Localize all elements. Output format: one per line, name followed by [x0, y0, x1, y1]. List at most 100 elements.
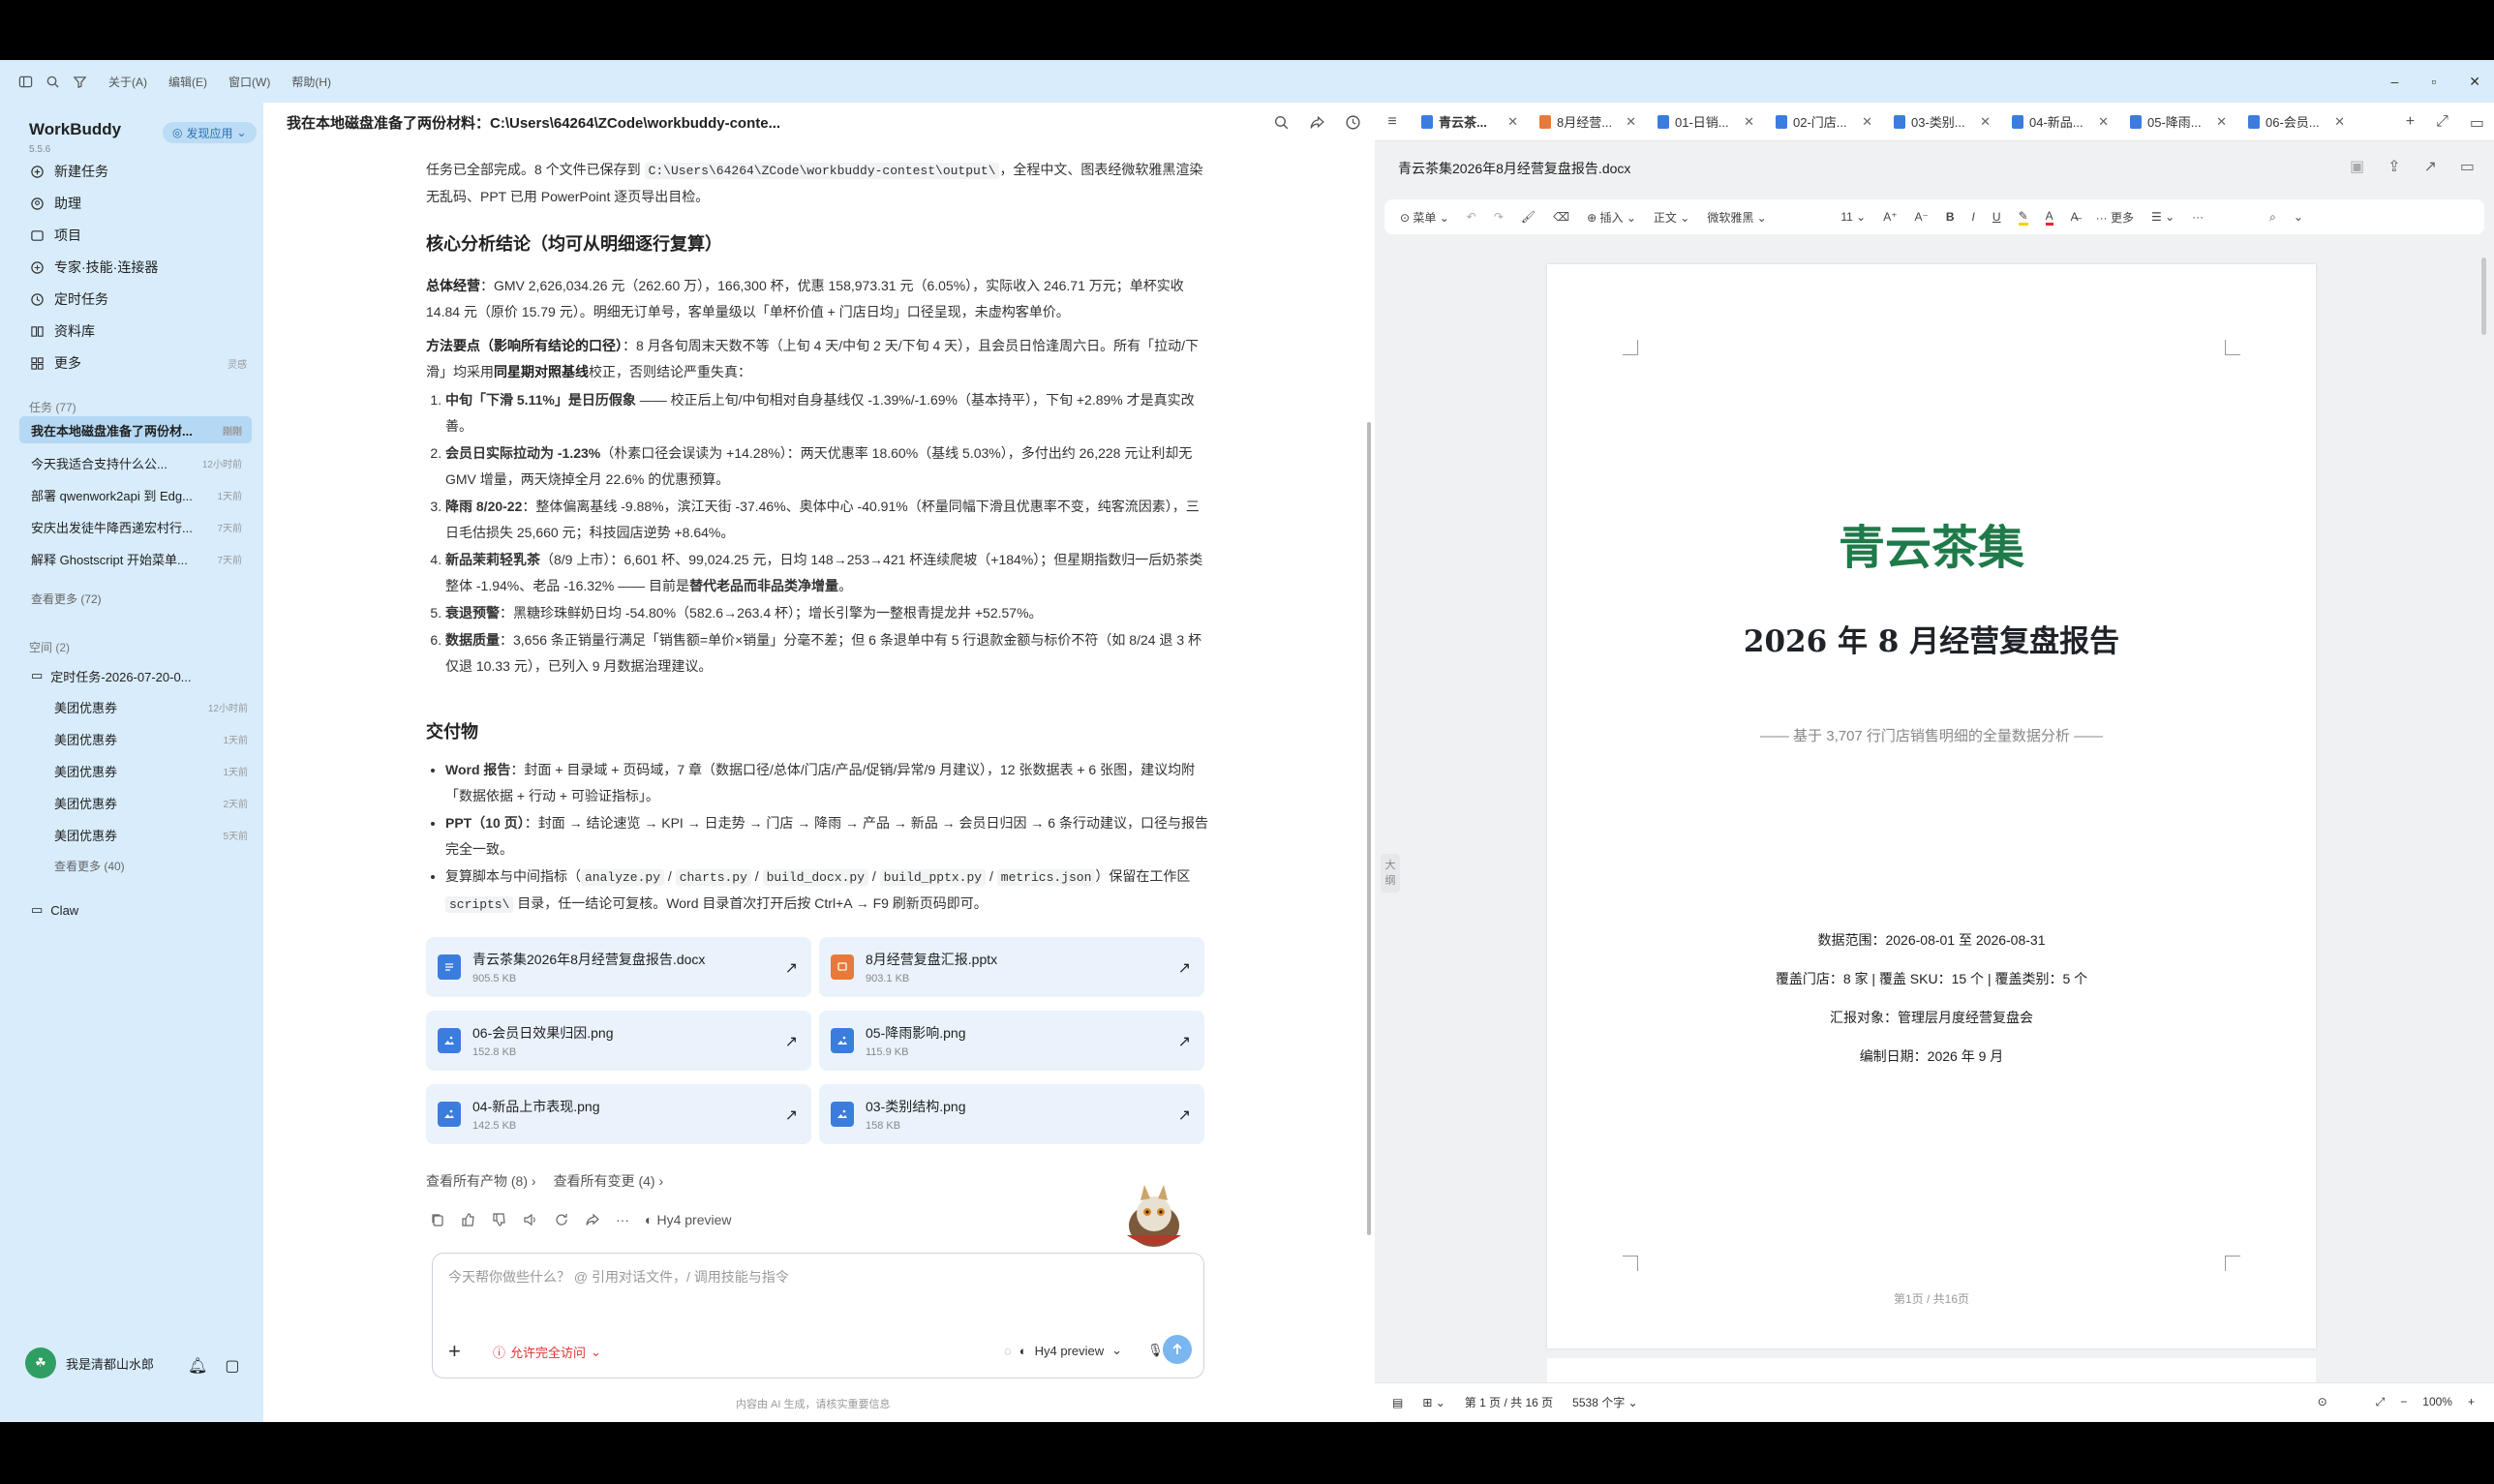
all-changes-link[interactable]: 查看所有变更 (4) ›	[554, 1171, 664, 1191]
search-icon[interactable]	[45, 74, 60, 89]
menu-help[interactable]: 帮助(H)	[291, 74, 331, 90]
close-tab-icon[interactable]: ✕	[1626, 114, 1636, 130]
more-dots-icon[interactable]: ···	[616, 1212, 629, 1227]
add-tab-icon[interactable]: +	[2406, 113, 2415, 133]
doc-tab[interactable]: 05-降雨... ✕	[2118, 103, 2236, 141]
folder-icon[interactable]: ▭	[2460, 157, 2475, 176]
doc-scrollbar[interactable]	[2481, 257, 2486, 335]
chat-input-box[interactable]: 今天帮你做些什么？ @ 引用对话文件，/ 调用技能与指令 + ⓘ 允许完全访问 ⌄ …	[432, 1253, 1204, 1378]
tasks-header[interactable]: 任务 (77)	[29, 399, 76, 415]
insert-button[interactable]: ⊕ 插入 ⌄	[1587, 209, 1636, 226]
menu-window[interactable]: 窗口(W)	[228, 74, 270, 90]
claw-folder[interactable]: ▭ Claw	[19, 896, 252, 924]
file-card[interactable]: 8月经营复盘汇报.pptx 903.1 KB ↗	[819, 937, 1204, 997]
list-icon[interactable]: ☰ ⌄	[2151, 210, 2175, 224]
add-attachment-button[interactable]: +	[448, 1339, 461, 1364]
layout-icon[interactable]: ▤	[1392, 1396, 1403, 1409]
close-icon[interactable]: ✕	[2469, 74, 2480, 90]
menu-button[interactable]: ⊙ 菜单 ⌄	[1400, 209, 1449, 226]
share-icon[interactable]: ↗	[785, 1032, 798, 1051]
maximize-icon[interactable]: ▫	[2431, 74, 2436, 89]
hamburger-icon[interactable]: ≡	[1375, 113, 1410, 131]
all-artifacts-link[interactable]: 查看所有产物 (8) ›	[426, 1171, 536, 1191]
nav-assistant[interactable]: 助理	[29, 191, 247, 216]
overflow-icon[interactable]: ···	[2192, 210, 2204, 224]
share-icon[interactable]: ↗	[785, 1105, 798, 1125]
space-item[interactable]: 美团优惠券 5天前	[54, 821, 248, 848]
expand-icon[interactable]: ⤢	[2436, 113, 2448, 133]
save-icon[interactable]: ▣	[2350, 157, 2364, 176]
file-card[interactable]: 05-降雨影响.png 115.9 KB ↗	[819, 1011, 1204, 1071]
share-icon[interactable]: ↗	[1178, 1105, 1191, 1125]
fullscreen-icon[interactable]: ⤢	[2376, 1395, 2386, 1409]
microphone-icon[interactable]: 🎙︎	[1147, 1343, 1164, 1358]
chat-scrollbar[interactable]	[1367, 422, 1371, 1235]
shrink-font-icon[interactable]: A⁻	[1915, 210, 1929, 224]
close-tab-icon[interactable]: ✕	[1980, 114, 1991, 130]
file-card[interactable]: 03-类别结构.png 158 KB ↗	[819, 1084, 1204, 1144]
file-card[interactable]: 06-会员日效果归因.png 152.8 KB ↗	[426, 1011, 811, 1071]
highlight-icon[interactable]: ✎	[2018, 209, 2028, 226]
panel-icon[interactable]: ▭	[2470, 113, 2484, 133]
focus-icon[interactable]: ⊙	[2318, 1395, 2327, 1409]
format-painter-icon[interactable]: 🖌︎	[1521, 210, 1536, 224]
share-icon[interactable]: ↗	[1178, 1032, 1191, 1051]
more-button[interactable]: ··· 更多	[2096, 209, 2134, 226]
discover-apps-button[interactable]: ◎ 发现应用 ⌄	[163, 122, 257, 143]
undo-icon[interactable]: ↶	[1467, 210, 1476, 224]
filter-icon[interactable]	[72, 74, 87, 89]
thumbs-up-icon[interactable]	[461, 1212, 476, 1227]
space-item[interactable]: 美团优惠券 2天前	[54, 789, 248, 816]
task-item-active[interactable]: 我在本地磁盘准备了两份材... 刚刚	[19, 416, 252, 443]
history-icon[interactable]	[1345, 114, 1361, 131]
space-folder[interactable]: ▭ 定时任务-2026-07-20-0...	[19, 662, 252, 689]
thumbs-down-icon[interactable]	[492, 1212, 507, 1227]
collapse-icon[interactable]: ⌄	[2294, 210, 2303, 224]
doc-tab[interactable]: 8月经营... ✕	[1528, 103, 1646, 141]
chat-input-placeholder[interactable]: 今天帮你做些什么？ @ 引用对话文件，/ 调用技能与指令	[448, 1267, 789, 1287]
doc-tab[interactable]: 04-新品... ✕	[2000, 103, 2118, 141]
doc-tab[interactable]: 02-门店... ✕	[1764, 103, 1882, 141]
nav-new-task[interactable]: 新建任务	[29, 159, 247, 184]
bell-icon[interactable]: 🔔︎	[188, 1356, 207, 1376]
font-color-icon[interactable]: A	[2045, 209, 2053, 226]
zoom-level[interactable]: 100%	[2422, 1395, 2452, 1409]
minimize-icon[interactable]: –	[2391, 74, 2399, 89]
doc-tab[interactable]: 青云茶... ✕	[1410, 103, 1528, 141]
close-tab-icon[interactable]: ✕	[1744, 114, 1754, 130]
share-icon[interactable]: ↗	[785, 958, 798, 978]
share-icon[interactable]: ↗	[2423, 157, 2436, 176]
redo-icon[interactable]: ↷	[1494, 210, 1504, 224]
share-icon[interactable]	[1309, 114, 1325, 131]
font-size-select[interactable]: 11 ⌄	[1840, 210, 1866, 224]
outline-toggle[interactable]: 大纲	[1381, 854, 1400, 893]
close-tab-icon[interactable]: ✕	[1862, 114, 1872, 130]
close-tab-icon[interactable]: ✕	[2216, 114, 2227, 130]
view-mode-icon[interactable]: ⊞ ⌄	[1422, 1396, 1445, 1409]
doc-tab[interactable]: 01-日销... ✕	[1646, 103, 1764, 141]
grow-font-icon[interactable]: A⁺	[1883, 210, 1897, 224]
zoom-in-icon[interactable]: +	[2468, 1395, 2475, 1409]
nav-more[interactable]: 更多 灵感	[29, 350, 247, 376]
doc-tab[interactable]: 03-类别... ✕	[1882, 103, 2000, 141]
close-tab-icon[interactable]: ✕	[2098, 114, 2109, 130]
menu-edit[interactable]: 编辑(E)	[168, 74, 207, 90]
nav-project[interactable]: 项目	[29, 223, 247, 248]
nav-library[interactable]: 资料库	[29, 318, 247, 344]
doc-tab[interactable]: 06-会员... ✕	[2236, 103, 2355, 141]
search-icon[interactable]	[1273, 114, 1290, 131]
space-item[interactable]: 美团优惠券 1天前	[54, 725, 248, 752]
search-icon[interactable]: ⌕	[2269, 210, 2276, 225]
refresh-icon[interactable]	[554, 1212, 569, 1227]
space-item[interactable]: 美团优惠券 12小时前	[54, 693, 248, 720]
speaker-icon[interactable]	[523, 1212, 538, 1227]
nav-scheduled[interactable]: 定时任务	[29, 287, 247, 312]
nav-expert[interactable]: 专家·技能·连接器	[29, 255, 247, 280]
task-item[interactable]: 今天我适合支持什么公... 12小时前	[19, 449, 252, 476]
task-item[interactable]: 部署 qwenwork2api 到 Edg... 1天前	[19, 481, 252, 508]
model-selector[interactable]: ◌ ◐ Hy4 preview ⌄ 🎙︎	[1004, 1343, 1164, 1358]
upload-icon[interactable]: ⇪	[2388, 157, 2400, 176]
file-card[interactable]: 04-新品上市表现.png 142.5 KB ↗	[426, 1084, 811, 1144]
sidebar-toggle-icon[interactable]	[17, 74, 33, 89]
space-more-link[interactable]: 查看更多 (40)	[54, 858, 125, 874]
